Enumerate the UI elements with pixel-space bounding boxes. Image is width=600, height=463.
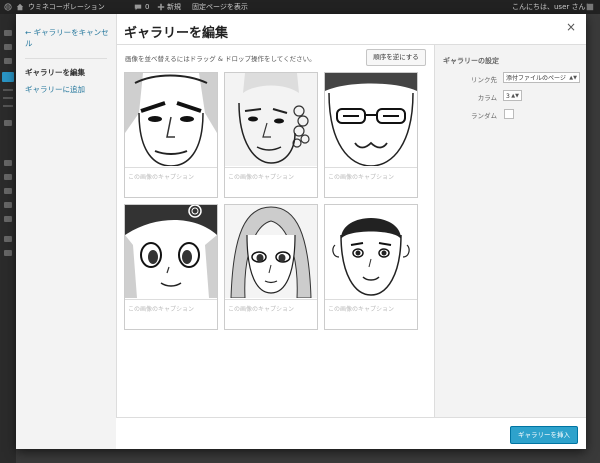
gallery-attachment[interactable]: この画像のキャプション [324, 72, 418, 198]
admin-bar: W ウミネコーポレーション 0 新規 固定ページを表示 こんにちは、user さ… [0, 0, 600, 14]
link-to-value: 添付ファイルのページ [506, 75, 566, 82]
plus-icon[interactable] [157, 3, 165, 11]
menu-pages-icon[interactable] [2, 72, 14, 82]
gallery-attachment[interactable]: この画像のキャプション [224, 204, 318, 330]
menu-extra-icon[interactable] [4, 236, 12, 242]
random-checkbox[interactable] [504, 109, 514, 119]
attachment-thumbnail[interactable] [225, 205, 317, 298]
menu-collapse-icon[interactable] [4, 250, 12, 256]
cancel-gallery-link[interactable]: ← ギャラリーをキャンセル [25, 27, 111, 49]
caption-field[interactable]: この画像のキャプション [325, 167, 417, 195]
media-toolbar: ギャラリーを挿入 [116, 417, 586, 449]
girl-headband-drawing [125, 205, 217, 298]
menu-item-add-to-gallery[interactable]: ギャラリーに追加 [25, 84, 85, 95]
gallery-settings-sidebar: ギャラリーの設定 リンク先 添付ファイルのページ ▲▼ カラム 3 ▲▼ ランダ… [434, 45, 586, 417]
caption-field[interactable]: この画像のキャプション [225, 299, 317, 327]
user-greeting[interactable]: こんにちは、user さん！ [512, 0, 593, 14]
gallery-attachment[interactable]: この画像のキャプション [124, 204, 218, 330]
view-page-link[interactable]: 固定ページを表示 [192, 0, 248, 14]
media-modal: ← ギャラリーをキャンセル ギャラリーを編集 ギャラリーに追加 ギャラリーを編集… [16, 14, 586, 449]
new-content-link[interactable]: 新規 [167, 0, 181, 14]
link-to-select[interactable]: 添付ファイルのページ ▲▼ [503, 72, 580, 83]
close-icon[interactable]: × [564, 20, 578, 34]
caption-field[interactable]: この画像のキャプション [225, 167, 317, 195]
menu-comments-icon[interactable] [4, 120, 12, 126]
man-curly-hair-drawing [225, 73, 317, 166]
wordpress-logo-icon[interactable]: W [4, 3, 12, 11]
comments-count[interactable]: 0 [145, 0, 149, 14]
menu-settings-icon[interactable] [4, 216, 12, 222]
menu-media-icon[interactable] [4, 58, 12, 64]
avatar[interactable] [586, 3, 594, 11]
menu-dashboard-icon[interactable] [4, 30, 12, 36]
insert-gallery-button[interactable]: ギャラリーを挿入 [510, 426, 578, 444]
menu-users-icon[interactable] [4, 188, 12, 194]
site-name-link[interactable]: ウミネコーポレーション [28, 0, 105, 14]
gallery-attachment[interactable]: この画像のキャプション [224, 72, 318, 198]
comment-icon[interactable] [134, 3, 142, 11]
gallery-attachment[interactable]: この画像のキャプション [124, 72, 218, 198]
attachment-thumbnail[interactable] [225, 73, 317, 166]
drag-instructions: 画像を並べ替えるにはドラッグ & ドロップ操作をしてください。 [125, 55, 316, 63]
admin-menu [0, 14, 16, 463]
gallery-settings-heading: ギャラリーの設定 [443, 57, 499, 65]
modal-title: ギャラリーを編集 [124, 26, 229, 41]
attachment-thumbnail[interactable] [325, 73, 417, 166]
menu-submenu-line [3, 97, 13, 99]
columns-value: 3 [506, 93, 510, 100]
attachments-browser: 画像を並べ替えるにはドラッグ & ドロップ操作をしてください。 順序を逆にする [117, 45, 433, 417]
caption-field[interactable]: この画像のキャプション [125, 167, 217, 195]
man-glasses-drawing [325, 73, 417, 166]
home-icon[interactable] [16, 3, 24, 11]
attachment-thumbnail[interactable] [125, 205, 217, 298]
menu-plugins-icon[interactable] [4, 174, 12, 180]
caption-field[interactable]: この画像のキャプション [125, 299, 217, 327]
media-menu: ← ギャラリーをキャンセル ギャラリーを編集 ギャラリーに追加 [16, 14, 117, 449]
select-arrows-icon: ▲▼ [511, 93, 519, 99]
link-to-label: リンク先 [471, 76, 497, 84]
svg-text:W: W [6, 5, 11, 11]
woman-long-hair-drawing [225, 205, 317, 298]
man-furrowed-brow-drawing [125, 73, 217, 166]
caption-field[interactable]: この画像のキャプション [325, 299, 417, 327]
menu-posts-icon[interactable] [4, 44, 12, 50]
columns-select[interactable]: 3 ▲▼ [503, 90, 522, 101]
menu-submenu-line [3, 105, 13, 107]
menu-tools-icon[interactable] [4, 202, 12, 208]
menu-separator [25, 58, 107, 59]
gallery-attachment[interactable]: この画像のキャプション [324, 204, 418, 330]
menu-appearance-icon[interactable] [4, 160, 12, 166]
random-label: ランダム [471, 112, 497, 120]
menu-item-edit-gallery[interactable]: ギャラリーを編集 [25, 67, 85, 78]
menu-submenu-line [3, 89, 13, 91]
columns-label: カラム [477, 94, 497, 102]
attachment-thumbnail[interactable] [325, 205, 417, 298]
attachment-thumbnail[interactable] [125, 73, 217, 166]
boy-short-hair-drawing [325, 205, 417, 298]
select-arrows-icon: ▲▼ [569, 75, 577, 81]
reverse-order-button[interactable]: 順序を逆にする [366, 49, 426, 66]
